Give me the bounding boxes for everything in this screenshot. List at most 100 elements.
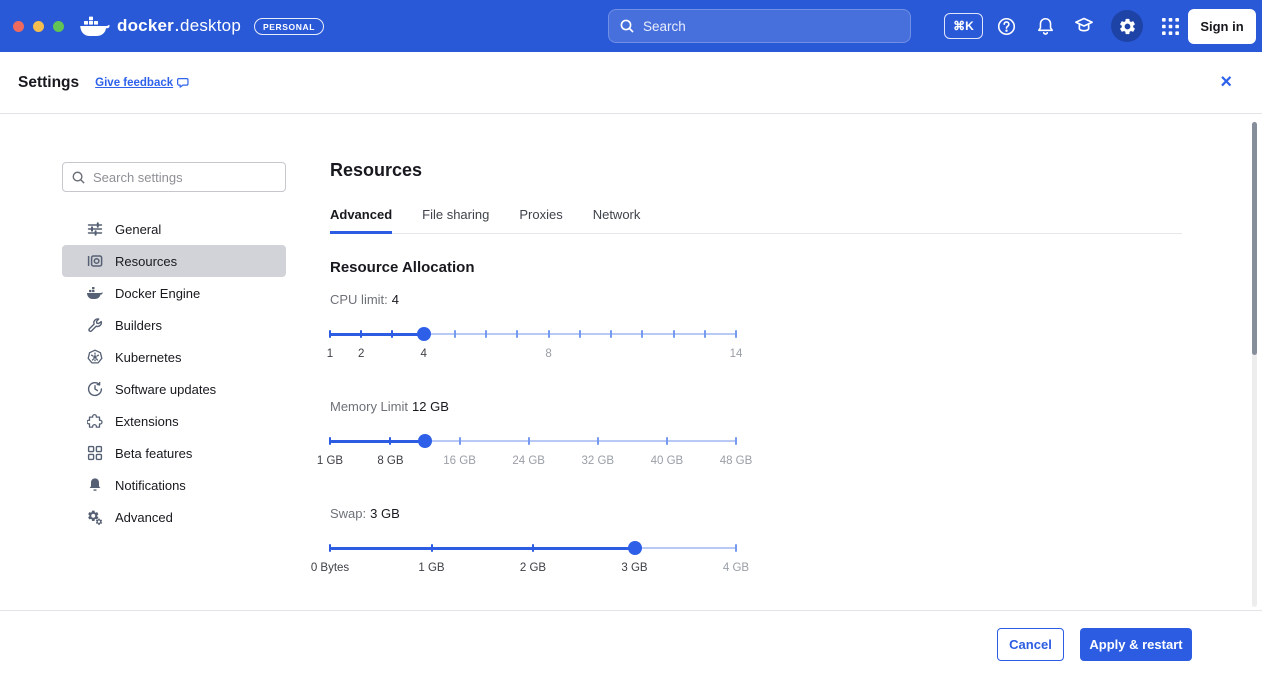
tab-network[interactable]: Network	[593, 207, 641, 234]
swap-scale: 0 Bytes1 GB2 GB3 GB4 GB	[330, 562, 736, 577]
tab-file-sharing[interactable]: File sharing	[422, 207, 489, 234]
settings-content: General Resources	[0, 114, 1262, 611]
apps-grid-icon[interactable]	[1158, 14, 1182, 38]
scale-label: 1 GB	[317, 455, 343, 467]
puzzle-icon	[86, 413, 103, 430]
slider-value: 4	[392, 292, 399, 307]
scale-label: 16 GB	[443, 455, 476, 467]
scale-label: 4	[420, 348, 426, 360]
give-feedback-label: Give feedback	[95, 77, 173, 89]
scale-label: 1 GB	[418, 562, 444, 574]
memory-limit-scale: 1 GB8 GB16 GB24 GB32 GB40 GB48 GB	[330, 455, 736, 470]
docker-desktop-window: docker . desktop PERSONAL ⌘K	[0, 0, 1262, 679]
scale-label: 1	[327, 348, 333, 360]
sidebar-item-extensions[interactable]: Extensions	[62, 405, 286, 437]
cpu-limit-slider[interactable]	[330, 327, 736, 341]
cancel-button[interactable]: Cancel	[997, 628, 1064, 661]
memory-limit-label: Memory Limit12 GB	[330, 399, 736, 414]
search-icon	[619, 18, 635, 34]
sidebar-item-label: General	[115, 222, 161, 237]
docker-whale-icon	[78, 14, 110, 38]
sidebar-item-label: Docker Engine	[115, 286, 200, 301]
slider-label-text: CPU limit:	[330, 292, 388, 307]
sidebar-item-label: Resources	[115, 254, 177, 269]
brand: docker . desktop PERSONAL	[78, 14, 324, 38]
scale-label: 8	[545, 348, 551, 360]
sidebar-item-beta-features[interactable]: Beta features	[62, 437, 286, 469]
window-close-button[interactable]	[13, 21, 24, 32]
scrollbar-track[interactable]	[1252, 122, 1257, 607]
sidebar-item-kubernetes[interactable]: Kubernetes	[62, 341, 286, 373]
sidebar-item-builders[interactable]: Builders	[62, 309, 286, 341]
sidebar-item-docker-engine[interactable]: Docker Engine	[62, 277, 286, 309]
swap-label: Swap: 3 GB	[330, 506, 736, 521]
app-title: docker . desktop	[117, 16, 241, 36]
plan-badge: PERSONAL	[254, 18, 324, 35]
gears-icon	[86, 509, 103, 526]
page-title: Settings	[18, 74, 79, 92]
memory-limit-slider[interactable]	[330, 434, 736, 448]
global-search[interactable]	[608, 9, 911, 43]
docker-engine-whale-icon	[86, 285, 103, 302]
window-zoom-button[interactable]	[53, 21, 64, 32]
app-title-separator: .	[175, 18, 179, 34]
scrollbar-thumb[interactable]	[1252, 122, 1257, 355]
slider-value: 3 GB	[370, 506, 400, 521]
window-minimize-button[interactable]	[33, 21, 44, 32]
sidebar-item-label: Extensions	[115, 414, 179, 429]
settings-search[interactable]	[62, 162, 286, 192]
slider-label-text: Swap:	[330, 506, 366, 521]
scale-label: 48 GB	[720, 455, 753, 467]
topbar: docker . desktop PERSONAL ⌘K	[0, 0, 1262, 52]
give-feedback-link[interactable]: Give feedback	[95, 76, 190, 89]
cpu-limit-block: CPU limit:4 124814	[330, 292, 736, 363]
scale-label: 32 GB	[581, 455, 614, 467]
scale-label: 14	[730, 348, 743, 360]
panel-title: Resources	[330, 160, 1182, 181]
scale-label: 24 GB	[512, 455, 545, 467]
update-clock-icon	[86, 381, 103, 398]
sidebar-item-label: Notifications	[115, 478, 186, 493]
tab-advanced[interactable]: Advanced	[330, 207, 392, 234]
apply-restart-button[interactable]: Apply & restart	[1080, 628, 1192, 661]
sign-in-button[interactable]: Sign in	[1188, 9, 1256, 44]
slider-value: 12 GB	[412, 399, 449, 414]
scale-label: 40 GB	[651, 455, 684, 467]
sidebar-item-notifications[interactable]: Notifications	[62, 469, 286, 501]
sidebar-item-software-updates[interactable]: Software updates	[62, 373, 286, 405]
sidebar-item-label: Software updates	[115, 382, 216, 397]
learning-center-icon[interactable]	[1072, 14, 1096, 38]
settings-search-input[interactable]	[93, 170, 277, 185]
scale-label: 0 Bytes	[311, 562, 349, 574]
cpu-limit-label: CPU limit: 4	[330, 292, 736, 307]
settings-header: Settings Give feedback ×	[0, 52, 1262, 114]
sidebar-item-general[interactable]: General	[62, 213, 286, 245]
app-title-primary: docker	[117, 16, 174, 36]
sidebar-item-label: Builders	[115, 318, 162, 333]
settings-gear-icon[interactable]	[1111, 10, 1143, 42]
bell-icon	[86, 477, 103, 494]
swap-block: Swap: 3 GB 0 Bytes1 GB2 GB3 GB4 GB	[330, 506, 736, 577]
close-icon[interactable]: ×	[1220, 72, 1232, 92]
kubernetes-icon	[86, 349, 103, 366]
swap-slider[interactable]	[330, 541, 736, 555]
notifications-bell-icon[interactable]	[1033, 14, 1057, 38]
topbar-icons	[994, 0, 1182, 52]
cpu-limit-scale: 124814	[330, 348, 736, 363]
feedback-bubble-icon	[177, 76, 190, 89]
settings-sidebar: General Resources	[62, 114, 286, 610]
sidebar-item-label: Kubernetes	[115, 350, 182, 365]
sidebar-item-resources[interactable]: Resources	[62, 245, 286, 277]
section-title: Resource Allocation	[330, 259, 1182, 276]
resources-tabs: Advanced File sharing Proxies Network	[330, 207, 1182, 234]
help-icon[interactable]	[994, 14, 1018, 38]
sidebar-item-advanced[interactable]: Advanced	[62, 501, 286, 533]
tab-proxies[interactable]: Proxies	[519, 207, 562, 234]
search-icon	[71, 170, 86, 185]
scale-label: 2	[358, 348, 364, 360]
scale-label: 4 GB	[723, 562, 749, 574]
search-input[interactable]	[643, 19, 900, 34]
window-controls	[0, 21, 64, 32]
sidebar-item-label: Advanced	[115, 510, 173, 525]
scale-label: 8 GB	[377, 455, 403, 467]
